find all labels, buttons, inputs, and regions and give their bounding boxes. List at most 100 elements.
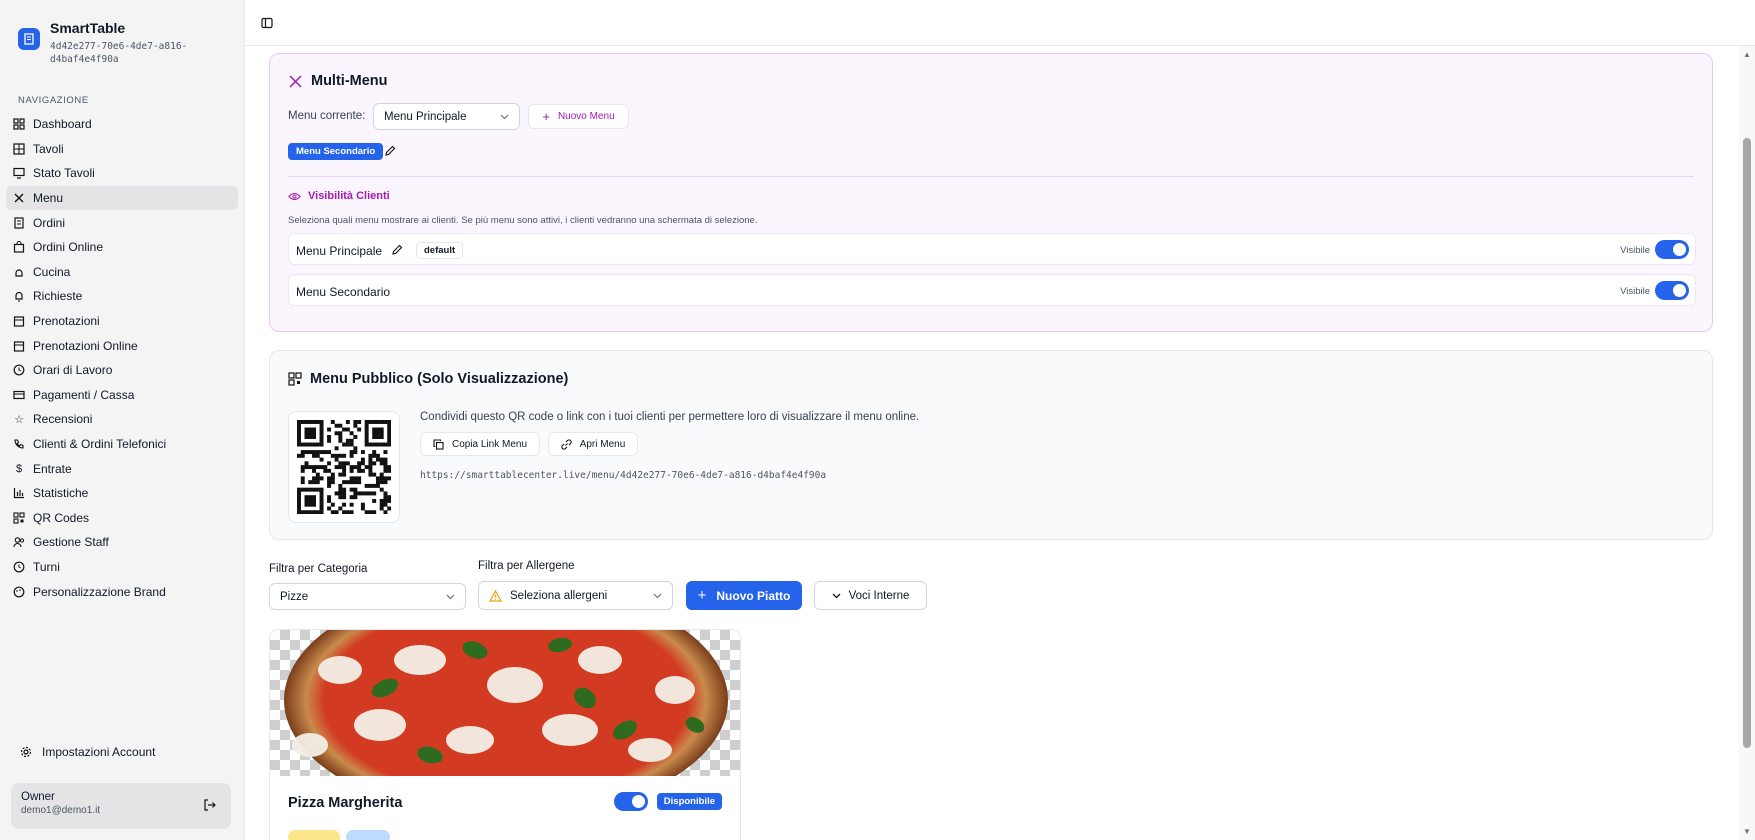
current-menu-select[interactable]: Menu Principale bbox=[373, 103, 520, 130]
sidebar-item-gestione-staff[interactable]: Gestione Staff bbox=[6, 530, 238, 555]
sidebar-item-pagamenti-cassa[interactable]: Pagamenti / Cassa bbox=[6, 383, 238, 408]
dish-name: Pizza Margherita bbox=[288, 795, 403, 811]
table-grid-icon bbox=[13, 143, 25, 155]
sidebar-item-richieste[interactable]: Richieste bbox=[6, 284, 238, 309]
allergen-filter-placeholder: Seleziona allergeni bbox=[510, 589, 608, 602]
sidebar-item-label: Entrate bbox=[33, 461, 72, 476]
sidebar-nav: Dashboard Tavoli Stato Tavoli Menu Ordin… bbox=[6, 112, 238, 604]
sidebar-item-entrate[interactable]: $ Entrate bbox=[6, 456, 238, 481]
multi-menu-card: Multi-Menu Menu corrente: Menu Principal… bbox=[269, 53, 1713, 332]
sidebar-item-label: Cucina bbox=[33, 264, 71, 279]
sidebar-item-turni[interactable]: Turni bbox=[6, 555, 238, 580]
sidebar-item-label: Clienti & Ordini Telefonici bbox=[33, 437, 167, 452]
chevron-down-icon bbox=[653, 593, 662, 598]
public-menu-title-text: Menu Pubblico (Solo Visualizzazione) bbox=[310, 371, 569, 387]
pencil-icon[interactable] bbox=[391, 244, 403, 256]
divider bbox=[288, 176, 1694, 177]
sidebar-item-personalizzazione-brand[interactable]: Personalizzazione Brand bbox=[6, 579, 238, 604]
calendar-online-icon bbox=[13, 340, 25, 352]
pencil-icon[interactable] bbox=[384, 145, 396, 157]
visibility-row: Menu Principale default Visibile bbox=[288, 233, 1696, 265]
copy-link-button-label: Copia Link Menu bbox=[451, 438, 528, 450]
sidebar-item-prenotazioni-online[interactable]: Prenotazioni Online bbox=[6, 333, 238, 358]
sidebar-item-prenotazioni[interactable]: Prenotazioni bbox=[6, 309, 238, 334]
internal-items-button[interactable]: Voci Interne bbox=[814, 581, 927, 610]
account-settings-link[interactable]: Impostazioni Account bbox=[20, 745, 155, 759]
logout-icon[interactable] bbox=[203, 798, 217, 812]
multi-menu-title: Multi-Menu bbox=[288, 73, 388, 89]
sidebar-item-cucina[interactable]: Cucina bbox=[6, 260, 238, 285]
gear-icon bbox=[20, 746, 32, 758]
visibility-title-text: Visibilità Clienti bbox=[308, 190, 390, 202]
scroll-down-icon[interactable]: ▼ bbox=[1743, 827, 1751, 836]
scrollbar[interactable]: ▲ ▼ bbox=[1739, 46, 1755, 840]
qr-code-icon bbox=[288, 372, 302, 386]
sidebar-item-label: Orari di Lavoro bbox=[33, 363, 113, 378]
copy-link-button[interactable]: Copia Link Menu bbox=[420, 432, 540, 456]
bar-chart-icon bbox=[13, 487, 25, 499]
dish-image bbox=[270, 630, 740, 818]
receipt-icon bbox=[13, 217, 25, 229]
sidebar: SmartTable 4d42e277-70e6-4de7-a816-d4baf… bbox=[0, 0, 245, 840]
availability-toggle[interactable] bbox=[614, 792, 648, 811]
sidebar-item-clienti-ordini-telefonici[interactable]: Clienti & Ordini Telefonici bbox=[6, 432, 238, 457]
allergen-tag bbox=[288, 830, 340, 840]
visibility-toggle[interactable] bbox=[1655, 281, 1689, 300]
category-filter-label: Filtra per Categoria bbox=[269, 563, 368, 575]
sidebar-item-recensioni[interactable]: ☆ Recensioni bbox=[6, 407, 238, 432]
allergen-tag bbox=[346, 830, 390, 840]
sidebar-item-tavoli[interactable]: Tavoli bbox=[6, 137, 238, 162]
dollar-icon: $ bbox=[15, 462, 23, 475]
sidebar-item-label: Tavoli bbox=[33, 141, 64, 156]
sidebar-item-label: Statistiche bbox=[33, 486, 89, 501]
visibility-row-name: Menu Secondario bbox=[296, 285, 391, 299]
new-dish-button[interactable]: + Nuovo Piatto bbox=[686, 581, 802, 610]
warning-icon bbox=[489, 589, 502, 602]
sidebar-item-label: Prenotazioni Online bbox=[33, 338, 138, 353]
sidebar-item-dashboard[interactable]: Dashboard bbox=[6, 112, 238, 137]
sidebar-item-statistiche[interactable]: Statistiche bbox=[6, 481, 238, 506]
chef-hat-icon bbox=[13, 266, 25, 278]
public-menu-url[interactable]: https://smarttablecenter.live/menu/4d42e… bbox=[420, 470, 826, 481]
current-menu-value: Menu Principale bbox=[384, 110, 467, 123]
open-menu-button[interactable]: Apri Menu bbox=[548, 432, 638, 456]
dish-card[interactable]: Pizza Margherita Disponibile bbox=[269, 629, 741, 840]
sidebar-item-orari-di-lavoro[interactable]: Orari di Lavoro bbox=[6, 358, 238, 383]
visibility-status: Visibile bbox=[1620, 286, 1650, 297]
public-menu-title: Menu Pubblico (Solo Visualizzazione) bbox=[288, 371, 568, 387]
chevron-down-icon bbox=[446, 594, 455, 599]
sidebar-item-ordini-online[interactable]: Ordini Online bbox=[6, 235, 238, 260]
sidebar-item-ordini[interactable]: Ordini bbox=[6, 210, 238, 235]
sidebar-item-label: Menu bbox=[33, 191, 64, 206]
visibility-row-name: Menu Principale bbox=[296, 244, 383, 258]
plus-icon: + bbox=[697, 587, 707, 604]
sidebar-item-label: Personalizzazione Brand bbox=[33, 584, 166, 599]
sidebar-item-label: QR Codes bbox=[33, 510, 90, 525]
scroll-up-icon[interactable]: ▲ bbox=[1743, 50, 1751, 59]
user-email: demo1@demo1.it bbox=[21, 805, 101, 816]
shopping-bag-icon bbox=[13, 241, 25, 253]
app-name: SmartTable bbox=[50, 20, 126, 36]
scrollbar-thumb[interactable] bbox=[1743, 138, 1751, 748]
visibility-toggle[interactable] bbox=[1655, 240, 1689, 259]
sidebar-toggle-icon[interactable] bbox=[261, 17, 273, 29]
clock-shift-icon bbox=[13, 561, 25, 573]
visibility-description: Seleziona quali menu mostrare ai clienti… bbox=[288, 215, 758, 226]
chevron-down-icon bbox=[500, 114, 509, 119]
allergen-filter-select[interactable]: Seleziona allergeni bbox=[478, 581, 673, 610]
sidebar-item-stato-tavoli[interactable]: Stato Tavoli bbox=[6, 161, 238, 186]
menu-chip-secondario[interactable]: Menu Secondario bbox=[288, 143, 384, 160]
internal-items-button-label: Voci Interne bbox=[848, 589, 910, 602]
pizza-image bbox=[284, 630, 728, 818]
visibility-row: Menu Secondario Visibile bbox=[288, 274, 1696, 306]
category-filter-select[interactable]: Pizze bbox=[269, 583, 466, 610]
topbar bbox=[245, 0, 1755, 46]
sidebar-item-qr-codes[interactable]: QR Codes bbox=[6, 506, 238, 531]
chevron-down-icon bbox=[832, 593, 841, 598]
sidebar-item-menu[interactable]: Menu bbox=[6, 185, 238, 211]
new-menu-button[interactable]: + Nuovo Menu bbox=[528, 104, 629, 129]
sidebar-item-label: Pagamenti / Cassa bbox=[33, 387, 135, 402]
credit-card-icon bbox=[13, 389, 25, 401]
sidebar-item-label: Recensioni bbox=[33, 412, 93, 427]
brand[interactable]: SmartTable 4d42e277-70e6-4de7-a816-d4baf… bbox=[18, 20, 200, 66]
